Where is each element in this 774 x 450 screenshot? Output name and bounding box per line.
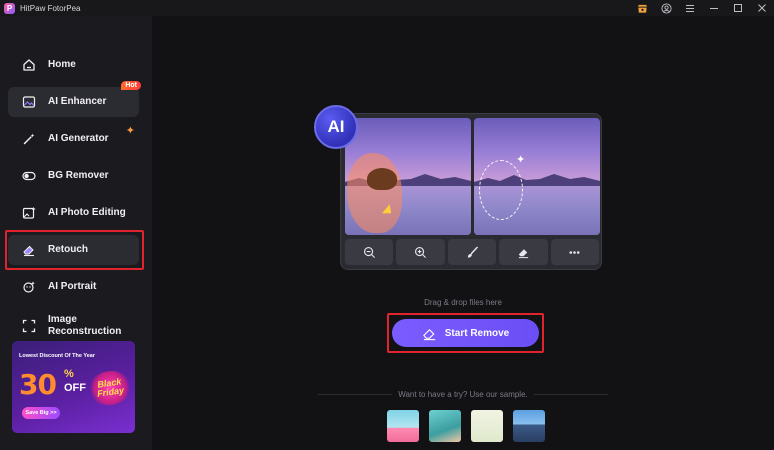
maximize-icon[interactable] xyxy=(726,0,750,16)
brush-button[interactable] xyxy=(447,239,497,265)
after-preview-image: ✦ xyxy=(474,118,600,235)
sidebar-item-ai-enhancer[interactable]: AI Enhancer Hot xyxy=(8,81,141,117)
home-icon xyxy=(22,58,36,72)
removed-area-outline xyxy=(479,160,523,220)
erase-selection-overlay xyxy=(347,153,402,233)
more-button[interactable] xyxy=(550,239,600,265)
app-title: HitPaw FotorPea xyxy=(20,3,81,13)
menu-icon[interactable] xyxy=(678,0,702,16)
eraser-icon xyxy=(518,248,529,258)
sample-thumbnail[interactable] xyxy=(387,410,419,442)
sidebar-item-ai-photo-editing[interactable]: AI Photo Editing xyxy=(8,198,139,228)
tree-graphic xyxy=(367,168,397,190)
promo-banner[interactable]: Lowest Discount Of The Year 30 % OFF Bla… xyxy=(12,341,135,433)
promo-headline: Lowest Discount Of The Year xyxy=(19,353,95,359)
sidebar-item-image-reconstruction[interactable]: Image Reconstruction xyxy=(8,309,139,343)
start-remove-highlight-box xyxy=(387,313,544,353)
ai-badge: AI xyxy=(314,105,358,149)
sidebar-item-label: AI Portrait xyxy=(48,281,97,292)
photo-edit-icon xyxy=(22,206,36,220)
main-panel: ✦ AI Drag & drop files here Start Remove… xyxy=(152,16,774,450)
sidebar-item-label: Home xyxy=(48,59,76,70)
window-controls xyxy=(630,0,774,16)
eraser-button[interactable] xyxy=(499,239,548,265)
app-window: P HitPaw FotorPea Home AI Enhancer Hot A… xyxy=(0,0,774,450)
sidebar-item-label: BG Remover xyxy=(48,170,109,181)
zoom-in-icon xyxy=(415,246,427,258)
promo-off: OFF xyxy=(64,382,86,394)
sidebar-item-ai-portrait[interactable]: AI Portrait xyxy=(8,272,139,302)
sample-hint-text: Want to have a try? Use our sample. xyxy=(392,390,534,399)
sample-thumbnail[interactable] xyxy=(513,410,545,442)
account-icon[interactable] xyxy=(654,0,678,16)
promo-save-button[interactable]: Save Big >> xyxy=(22,407,60,419)
image-enhance-icon xyxy=(22,95,36,109)
sample-thumbnail[interactable] xyxy=(471,410,503,442)
sidebar-item-bg-remover[interactable]: BG Remover xyxy=(8,161,139,191)
brush-icon xyxy=(467,246,478,258)
crop-corners-icon xyxy=(22,319,36,333)
retouch-preview-card: ✦ AI xyxy=(314,105,602,270)
more-icon xyxy=(569,250,580,254)
sidebar-item-ai-generator[interactable]: AI Generator ✦ xyxy=(8,124,139,154)
toggle-icon xyxy=(22,169,36,183)
sidebar-item-label: AI Enhancer xyxy=(48,96,107,107)
sidebar-item-label: Image Reconstruction xyxy=(48,314,122,337)
promo-badge-line2: Friday xyxy=(96,385,125,399)
magic-wand-icon xyxy=(22,132,36,146)
close-icon[interactable] xyxy=(750,0,774,16)
minimize-icon[interactable] xyxy=(702,0,726,16)
sparkle-icon: ✦ xyxy=(125,125,135,137)
sample-images xyxy=(387,410,545,442)
promo-percent: 30 xyxy=(19,368,57,401)
zoom-in-button[interactable] xyxy=(396,239,445,265)
title-bar: P HitPaw FotorPea xyxy=(0,0,774,16)
zoom-out-icon xyxy=(363,246,375,258)
zoom-out-button[interactable] xyxy=(345,239,394,265)
sample-thumbnail[interactable] xyxy=(429,410,461,442)
drop-hint: Drag & drop files here xyxy=(424,298,502,307)
preview-toolbar xyxy=(345,239,600,265)
black-friday-badge: Black Friday xyxy=(85,368,135,408)
retouch-highlight-box xyxy=(5,230,144,270)
sparkle-icon: ✦ xyxy=(516,154,526,166)
sidebar-item-home[interactable]: Home xyxy=(8,50,139,80)
sidebar: Home AI Enhancer Hot AI Generator ✦ BG R… xyxy=(0,16,152,450)
app-logo-icon: P xyxy=(4,2,15,14)
portrait-icon xyxy=(22,280,36,294)
sidebar-item-label: AI Generator xyxy=(48,133,109,144)
store-icon[interactable] xyxy=(630,0,654,16)
hot-badge: Hot xyxy=(121,81,141,90)
sample-hint: Want to have a try? Use our sample. xyxy=(152,390,774,399)
promo-percent-sign: % xyxy=(64,368,74,380)
before-preview-image xyxy=(345,118,471,235)
sidebar-item-label: AI Photo Editing xyxy=(48,207,126,218)
